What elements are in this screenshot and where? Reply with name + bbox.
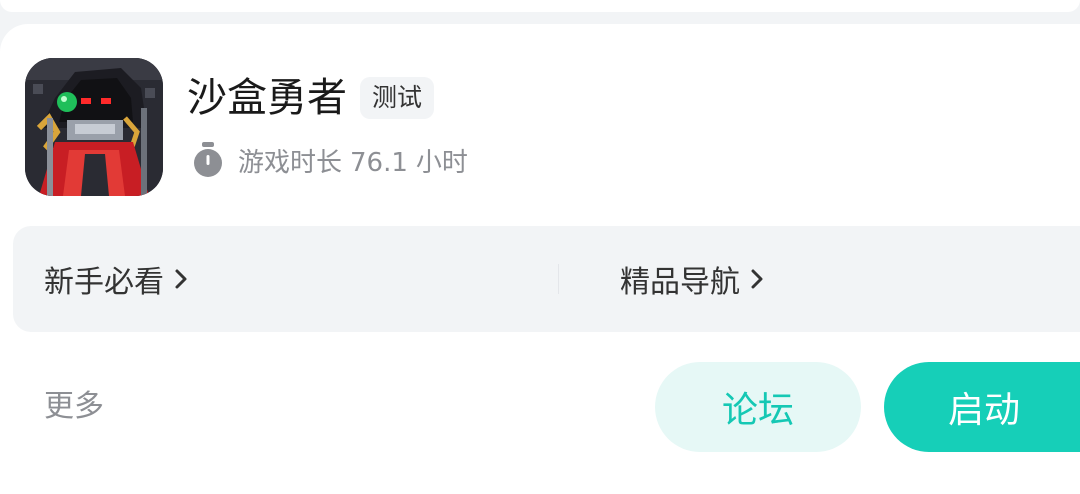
playtime-label: 游戏时长 [238,147,343,178]
playtime-row: 游戏时长 76.1 小时 [192,140,468,180]
chevron-right-icon [751,269,763,289]
chevron-right-icon [175,269,187,289]
previous-card-edge [0,0,1080,12]
link-label: 新手必看 [44,265,164,300]
playtime-value: 76.1 [350,147,408,178]
test-badge: 测试 [360,77,435,119]
forum-button[interactable]: 论坛 [655,362,861,452]
game-icon[interactable] [25,58,163,196]
playtime-text: 游戏时长 76.1 小时 [238,142,468,179]
link-beginner-guide[interactable]: 新手必看 [44,226,188,332]
pixel-hooded-mage-icon [25,58,163,196]
quick-links-panel: 新手必看 精品导航 [13,226,1080,332]
playtime-unit: 小时 [415,147,468,178]
stopwatch-icon [194,142,222,177]
more-button[interactable]: 更多 [44,388,104,426]
launch-button[interactable]: 启动 [884,362,1080,452]
link-label: 精品导航 [620,265,740,300]
game-title: 沙盒勇者 [187,75,347,121]
link-divider [558,264,559,294]
link-featured-navigation[interactable]: 精品导航 [620,226,764,332]
